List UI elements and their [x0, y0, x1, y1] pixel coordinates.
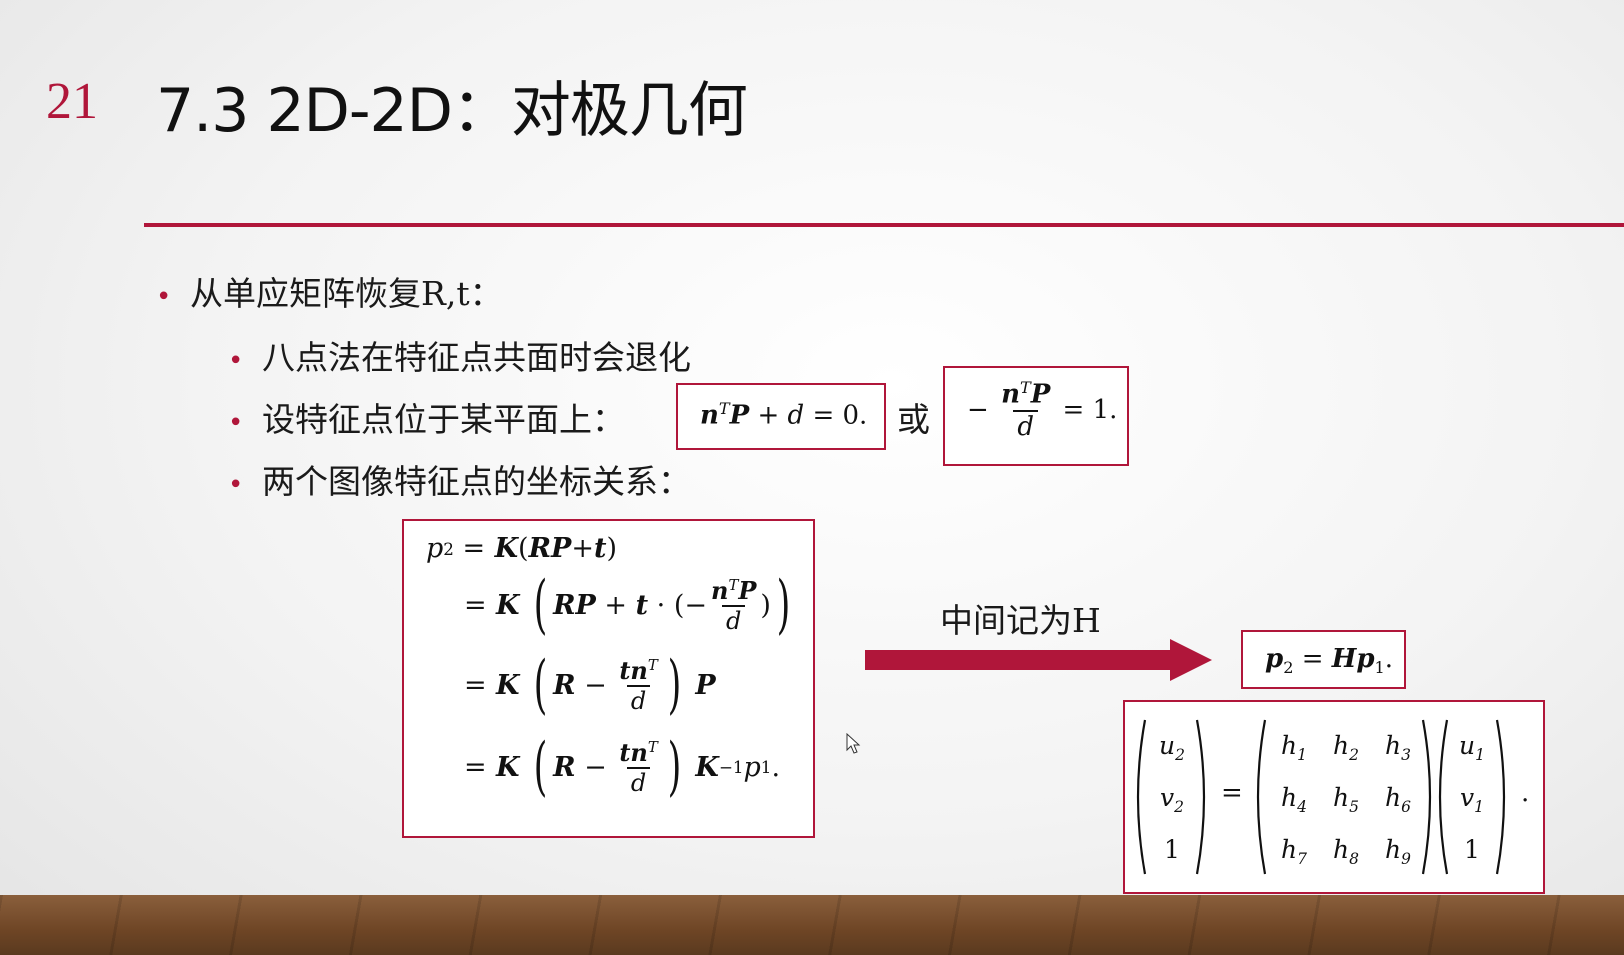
homography-equation-box: p2 = Hp1.	[1241, 630, 1406, 689]
period-mark: .	[1521, 778, 1530, 808]
right-arrow-icon	[865, 639, 1212, 681]
derivation-line-1: p2 = K(RP + t)	[426, 533, 617, 564]
derivation-line-2: = K (RP + t · (− nTP d))	[464, 568, 791, 642]
vector-p2: u2 v2 1	[1159, 731, 1185, 864]
matrix-column-2: h2 h5 h8	[1333, 731, 1359, 868]
bullet-dot-icon: •	[228, 408, 244, 438]
slide-number: 21	[46, 73, 98, 130]
bullet-dot-icon: •	[228, 470, 244, 500]
homography-equation: p2 = Hp1.	[1265, 644, 1394, 678]
bullet-text: 设特征点位于某平面上：	[262, 400, 625, 439]
plane-equation-normalized: − nTP d = 1.	[967, 378, 1118, 442]
plane-equation-normalized-box: − nTP d = 1.	[943, 366, 1129, 466]
vector-p1: u1 v1 1	[1459, 731, 1485, 864]
derivation-line-3: = K (R − tnT d) P	[464, 648, 716, 722]
title-divider	[144, 223, 1624, 227]
bullet-item-1: • 从单应矩阵恢复R,t：	[156, 267, 503, 315]
bullet-item-2: • 八点法在特征点共面时会退化	[228, 331, 691, 379]
matrix-column-1: h1 h4 h7	[1281, 731, 1307, 868]
bullet-text: 从单应矩阵恢复R,t：	[190, 274, 503, 313]
arrow-label: 中间记为H	[940, 601, 1101, 640]
matrix-column-3: h3 h6 h9	[1385, 731, 1411, 868]
bullet-text: 两个图像特征点的坐标关系：	[262, 462, 691, 501]
bullet-dot-icon: •	[228, 346, 244, 376]
bullet-item-3: • 设特征点位于某平面上：	[228, 393, 625, 441]
homography-matrix-box: u2 v2 1 = h1 h4 h7 h2 h5 h8 h3 h6 h9 u1 v1 1 .	[1123, 700, 1545, 894]
slide-title: 7.3 2D-2D：对极几何	[156, 76, 748, 146]
plane-equation: nTP + d = 0.	[700, 399, 868, 431]
or-word: 或	[897, 400, 930, 439]
derivation-line-4: = K (R − tnT d) K −1 p 1.	[464, 730, 781, 804]
bullet-item-4: • 两个图像特征点的坐标关系：	[228, 455, 691, 503]
bullet-text: 八点法在特征点共面时会退化	[262, 338, 691, 377]
derivation-box: p2 = K(RP + t) = K (RP + t · (− nTP d)) = …	[402, 519, 815, 838]
bullet-dot-icon: •	[156, 282, 172, 312]
equals-sign: =	[1221, 778, 1243, 808]
plane-equation-box: nTP + d = 0.	[676, 383, 886, 450]
wood-floor-decoration	[0, 895, 1624, 955]
mouse-cursor-icon	[846, 733, 861, 754]
